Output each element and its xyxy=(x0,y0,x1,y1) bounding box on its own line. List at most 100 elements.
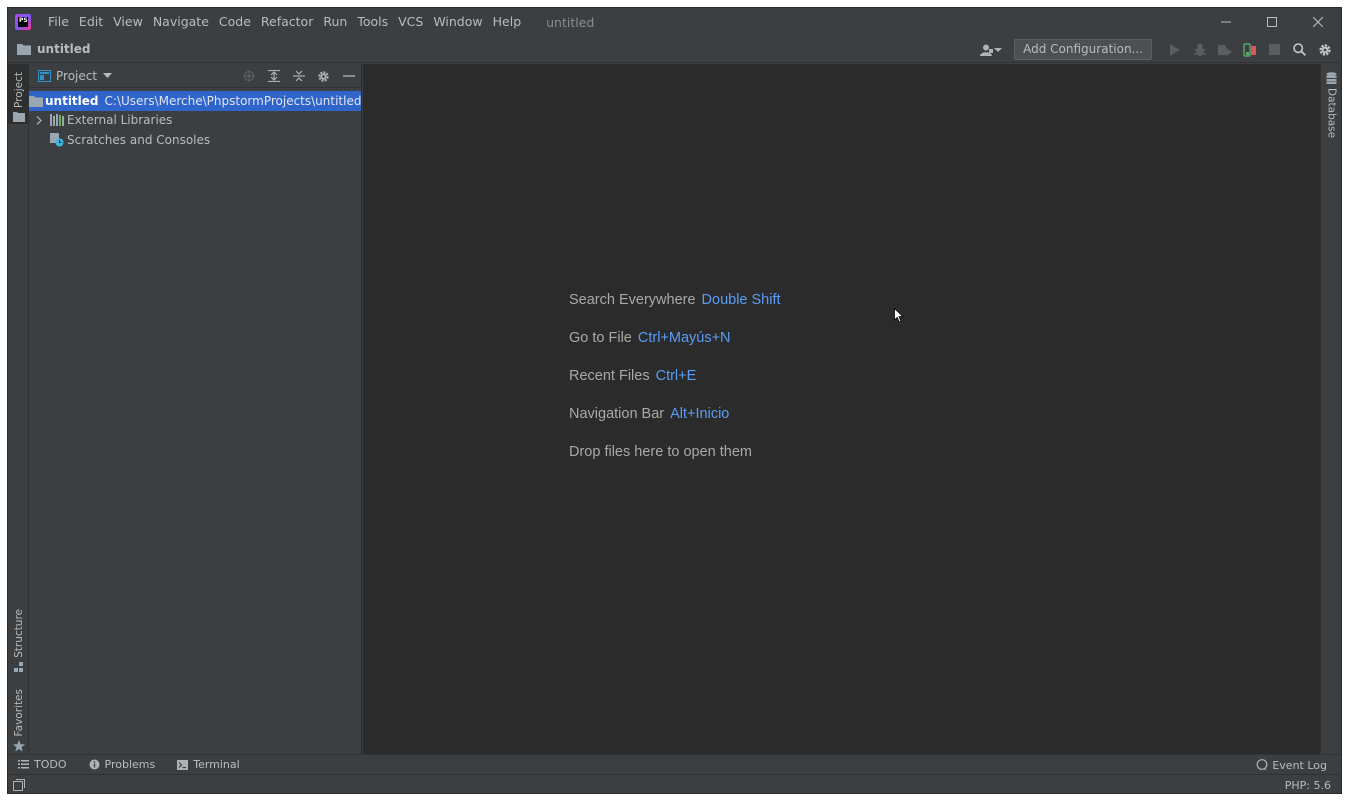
database-tab-label: Database xyxy=(1325,88,1338,139)
menu-file[interactable]: File xyxy=(43,8,74,36)
event-log-tool-tab[interactable]: Event Log xyxy=(1256,755,1327,775)
structure-tool-tab[interactable]: Structure xyxy=(8,609,29,672)
library-icon xyxy=(49,112,65,128)
maximize-button[interactable] xyxy=(1249,8,1295,36)
hint-search-everywhere: Search Everywhere Double Shift xyxy=(569,292,781,308)
shortcut-key: Double Shift xyxy=(701,292,781,308)
minimize-button[interactable] xyxy=(1203,8,1249,36)
coverage-icon xyxy=(1217,44,1232,56)
shortcut-key: Ctrl+E xyxy=(655,368,697,384)
chevron-down-icon xyxy=(994,47,1003,52)
coverage-button[interactable] xyxy=(1212,36,1237,63)
project-tree: untitled C:\Users\Merche\PhpstormProject… xyxy=(29,88,361,150)
folder-icon xyxy=(12,111,25,122)
menu-window[interactable]: Window xyxy=(428,8,487,36)
project-panel-header: Project xyxy=(29,64,361,88)
menu-refactor[interactable]: Refactor xyxy=(256,8,318,36)
tree-row-project-root[interactable]: untitled C:\Users\Merche\PhpstormProject… xyxy=(29,91,361,111)
minimize-icon xyxy=(1221,21,1231,23)
speech-bubble-icon xyxy=(1256,759,1268,771)
star-icon xyxy=(12,740,25,752)
collapse-all-icon xyxy=(292,70,305,82)
project-panel-title[interactable]: Project xyxy=(56,69,97,83)
gear-icon xyxy=(1318,43,1331,56)
menu-navigate[interactable]: Navigate xyxy=(148,8,214,36)
user-menu-button[interactable] xyxy=(980,44,1003,56)
menu-view[interactable]: View xyxy=(108,8,148,36)
bottom-tool-stripe: TODO Problems Terminal Event Log xyxy=(8,754,1341,774)
scratches-icon xyxy=(49,132,65,148)
menu-code[interactable]: Code xyxy=(214,8,256,36)
status-bar: PHP: 5.6 xyxy=(8,774,1341,793)
user-icon xyxy=(980,44,994,56)
shortcut-key: Alt+Inicio xyxy=(670,406,730,422)
project-settings-button[interactable] xyxy=(311,64,336,88)
bug-icon xyxy=(1193,43,1206,56)
hint-navigation-bar: Navigation Bar Alt+Inicio xyxy=(569,406,730,422)
run-button[interactable] xyxy=(1162,36,1187,63)
collapse-all-button[interactable] xyxy=(286,64,311,88)
phpstorm-logo-icon[interactable]: PS xyxy=(15,14,31,30)
list-icon xyxy=(18,760,29,769)
run-icon xyxy=(1170,43,1180,56)
right-tool-stripe: Database xyxy=(1320,64,1341,754)
info-icon xyxy=(89,759,100,770)
database-icon xyxy=(1326,72,1337,84)
menu-run[interactable]: Run xyxy=(318,8,352,36)
ide-window: PS File Edit View Navigate Code Refactor… xyxy=(7,7,1342,794)
run-toolbar: Add Configuration... xyxy=(980,36,1337,63)
hide-panel-button[interactable] xyxy=(336,64,361,88)
favorites-tab-label: Favorites xyxy=(12,689,25,737)
gear-icon xyxy=(318,70,329,82)
add-configuration-button[interactable]: Add Configuration... xyxy=(1014,39,1152,60)
hint-recent-files: Recent Files Ctrl+E xyxy=(569,368,697,384)
stop-icon xyxy=(1269,44,1280,55)
close-icon xyxy=(1313,17,1323,27)
minimize-icon xyxy=(342,75,355,77)
chevron-down-icon[interactable] xyxy=(103,72,113,79)
settings-button[interactable] xyxy=(1312,36,1337,63)
profiler-icon xyxy=(1242,42,1256,57)
locate-icon xyxy=(242,70,255,82)
todo-tool-tab[interactable]: TODO xyxy=(18,758,67,771)
tree-item-name: External Libraries xyxy=(67,113,173,128)
search-everywhere-button[interactable] xyxy=(1287,36,1312,63)
window-controls xyxy=(1203,8,1341,36)
debug-button[interactable] xyxy=(1187,36,1212,63)
stop-button[interactable] xyxy=(1262,36,1287,63)
breadcrumb-project[interactable]: untitled xyxy=(37,42,91,56)
expand-all-button[interactable] xyxy=(261,64,286,88)
navigation-bar: untitled Add Configuration... xyxy=(8,36,1341,63)
expand-all-icon xyxy=(267,70,280,82)
title-bar: PS File Edit View Navigate Code Refactor… xyxy=(8,8,1341,36)
close-window-button[interactable] xyxy=(1295,8,1341,36)
select-opened-file-button[interactable] xyxy=(236,64,261,88)
toggle-tool-windows-icon[interactable] xyxy=(13,779,25,791)
menu-tools[interactable]: Tools xyxy=(352,8,393,36)
editor-empty-area[interactable]: Search Everywhere Double Shift Go to File… xyxy=(363,64,1322,754)
database-tool-tab[interactable]: Database xyxy=(1321,72,1341,139)
menu-help[interactable]: Help xyxy=(488,8,527,36)
tree-row-scratches[interactable]: Scratches and Consoles xyxy=(29,130,361,150)
favorites-tool-tab[interactable]: Favorites xyxy=(8,689,29,752)
project-tab-label: Project xyxy=(12,72,25,108)
project-panel-tools xyxy=(236,64,361,88)
search-icon xyxy=(1293,43,1306,56)
project-tool-tab[interactable]: Project xyxy=(8,64,29,124)
profile-button[interactable] xyxy=(1237,36,1262,63)
menu-vcs[interactable]: VCS xyxy=(393,8,428,36)
shortcut-key: Ctrl+Mayús+N xyxy=(637,330,731,346)
terminal-icon xyxy=(177,759,189,770)
tree-item-path: C:\Users\Merche\PhpstormProjects\untitle… xyxy=(104,93,362,108)
hint-go-to-file: Go to File Ctrl+Mayús+N xyxy=(569,330,731,346)
hint-drop-files: Drop files here to open them xyxy=(569,444,752,460)
menu-edit[interactable]: Edit xyxy=(74,8,108,36)
problems-tool-tab[interactable]: Problems xyxy=(89,758,155,771)
php-language-level[interactable]: PHP: 5.6 xyxy=(1285,779,1331,792)
terminal-tool-tab[interactable]: Terminal xyxy=(177,758,240,771)
mouse-cursor-icon xyxy=(894,308,904,323)
project-view-icon xyxy=(38,69,51,82)
chevron-right-icon[interactable] xyxy=(29,115,49,125)
tree-row-external-libraries[interactable]: External Libraries xyxy=(29,111,361,131)
tree-item-name: untitled xyxy=(45,93,99,108)
